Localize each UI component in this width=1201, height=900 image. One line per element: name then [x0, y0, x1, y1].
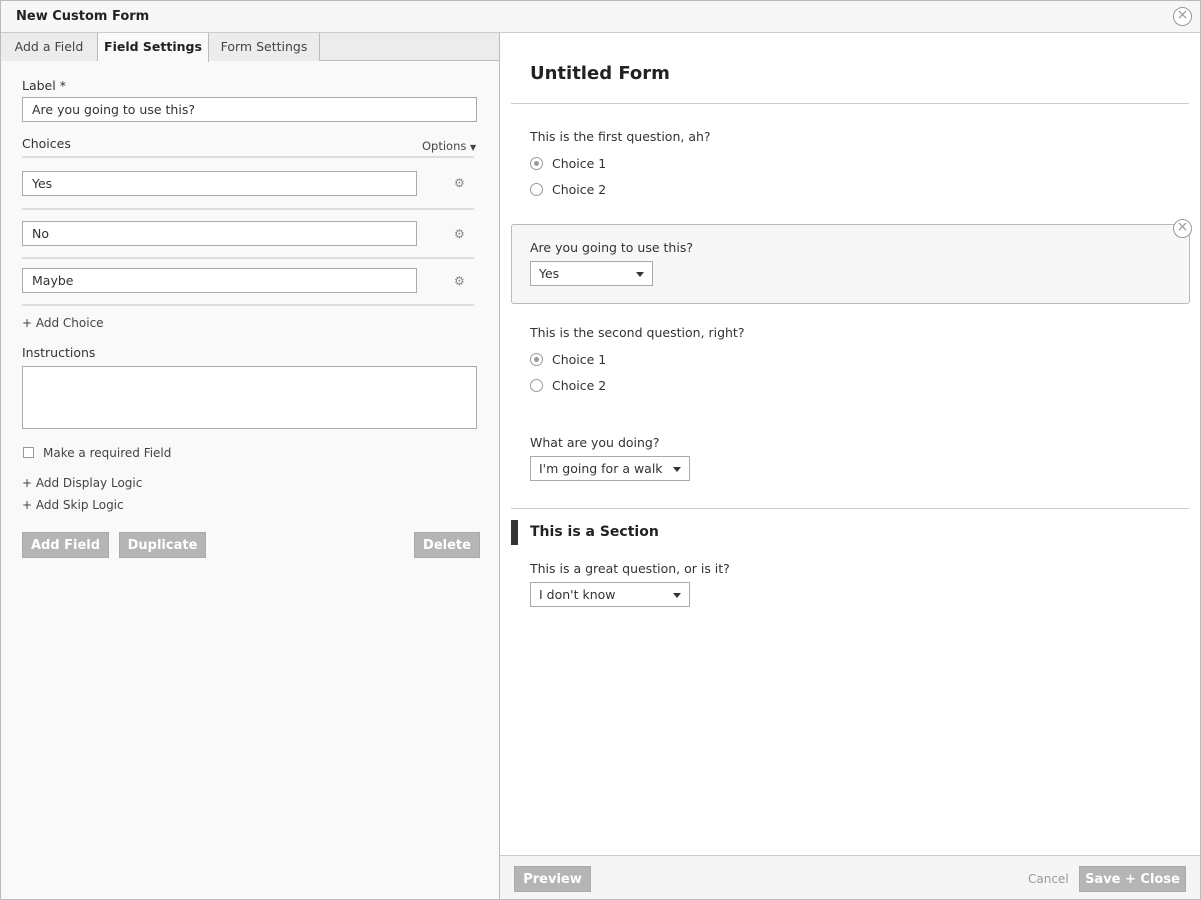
radio-label: Choice 1: [552, 352, 607, 367]
add-skip-logic-link[interactable]: + Add Skip Logic: [22, 498, 124, 512]
choice-input-maybe[interactable]: Maybe: [22, 268, 417, 293]
caret-down-icon: ▼: [470, 143, 477, 152]
duplicate-button[interactable]: Duplicate: [119, 532, 206, 558]
label-field-title: Label *: [22, 78, 66, 93]
form-preview-panel: Untitled Form This is the first question…: [500, 33, 1200, 855]
add-choice-link[interactable]: + Add Choice: [22, 316, 104, 330]
select-value: I don't know: [539, 587, 616, 602]
instructions-title: Instructions: [22, 345, 96, 360]
tab-field-settings[interactable]: Field Settings: [98, 33, 209, 62]
select-value: Yes: [539, 266, 560, 281]
dialog-footer: Preview Cancel Save + Close: [500, 855, 1200, 899]
radio-choice-1[interactable]: [530, 353, 543, 366]
tab-add-a-field[interactable]: Add a Field: [1, 33, 98, 61]
label-input[interactable]: Are you going to use this?: [22, 97, 477, 122]
preview-button[interactable]: Preview: [514, 866, 591, 892]
radio-label: Choice 1: [552, 156, 607, 171]
required-checkbox[interactable]: [23, 447, 34, 458]
instructions-textarea[interactable]: [22, 366, 477, 429]
tab-form-settings[interactable]: Form Settings: [209, 33, 320, 61]
options-dropdown[interactable]: Options ▼: [422, 139, 476, 153]
caret-down-icon: [673, 593, 681, 598]
section-marker: [511, 520, 518, 545]
required-label: Make a required Field: [43, 446, 172, 460]
choices-title: Choices: [22, 136, 71, 151]
divider: [22, 156, 474, 158]
section-title: This is a Section: [530, 524, 659, 540]
question-label: Are you going to use this?: [530, 240, 693, 255]
remove-field-icon[interactable]: ×: [1173, 219, 1192, 238]
answer-select[interactable]: Yes: [530, 261, 653, 286]
caret-down-icon: [636, 272, 644, 277]
tab-bar: Add a Field Field Settings Form Settings: [1, 33, 499, 62]
gear-icon[interactable]: ⚙: [454, 275, 466, 287]
select-value: I'm going for a walk: [539, 461, 663, 476]
gear-icon[interactable]: ⚙: [454, 228, 466, 240]
window-title: New Custom Form: [16, 9, 150, 24]
close-window-icon[interactable]: ×: [1173, 7, 1192, 26]
answer-select[interactable]: I'm going for a walk: [530, 456, 690, 481]
answer-select[interactable]: I don't know: [530, 582, 690, 607]
radio-label: Choice 2: [552, 378, 607, 393]
radio-choice-1[interactable]: [530, 157, 543, 170]
divider: [22, 304, 474, 306]
gear-icon[interactable]: ⚙: [454, 177, 466, 189]
question-label: This is the first question, ah?: [530, 129, 711, 144]
question-label: This is the second question, right?: [530, 325, 745, 340]
choice-input-no[interactable]: No: [22, 221, 417, 246]
divider: [22, 257, 474, 259]
question-label: This is a great question, or is it?: [530, 561, 730, 576]
title-bar: New Custom Form ×: [1, 1, 1200, 33]
question-label: What are you doing?: [530, 435, 660, 450]
add-display-logic-link[interactable]: + Add Display Logic: [22, 476, 142, 490]
form-title: Untitled Form: [530, 63, 670, 84]
choice-input-yes[interactable]: Yes: [22, 171, 417, 196]
add-field-button[interactable]: Add Field: [22, 532, 109, 558]
divider: [22, 208, 474, 210]
options-label: Options: [422, 139, 467, 153]
divider: [511, 103, 1189, 104]
radio-choice-2[interactable]: [530, 379, 543, 392]
save-close-button[interactable]: Save + Close: [1079, 866, 1186, 892]
caret-down-icon: [673, 467, 681, 472]
delete-button[interactable]: Delete: [414, 532, 480, 558]
radio-choice-2[interactable]: [530, 183, 543, 196]
settings-panel: Add a Field Field Settings Form Settings…: [1, 33, 500, 899]
custom-form-dialog: New Custom Form × Add a Field Field Sett…: [0, 0, 1201, 900]
radio-label: Choice 2: [552, 182, 607, 197]
cancel-link[interactable]: Cancel: [1028, 872, 1069, 886]
divider: [511, 508, 1189, 509]
